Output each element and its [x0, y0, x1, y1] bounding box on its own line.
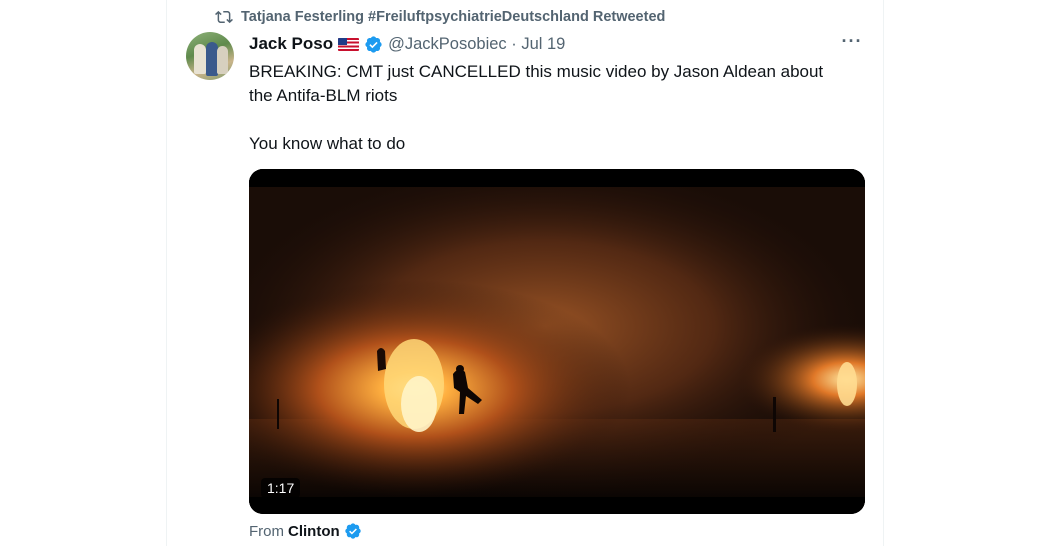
- more-options-icon[interactable]: ···: [841, 32, 863, 52]
- verified-badge-icon[interactable]: [364, 35, 383, 54]
- video-duration: 1:17: [261, 478, 301, 498]
- retweet-indicator[interactable]: Tatjana Festerling #FreiluftpsychiatrieD…: [215, 7, 665, 27]
- us-flag-icon: [338, 37, 360, 51]
- from-source: From Clinton: [249, 520, 362, 542]
- timeline-column: Tatjana Festerling #FreiluftpsychiatrieD…: [166, 0, 884, 546]
- retweet-text: Tatjana Festerling #FreiluftpsychiatrieD…: [241, 9, 666, 25]
- from-source-name[interactable]: Clinton: [288, 523, 340, 540]
- video-player[interactable]: 1:17: [249, 169, 865, 514]
- tweet-header: Jack Poso @JackPosobiec · Jul 19: [249, 33, 565, 55]
- tweet-text: BREAKING: CMT just CANCELLED this music …: [249, 62, 824, 153]
- author-handle-date[interactable]: @JackPosobiec · Jul 19: [388, 35, 565, 54]
- author-name[interactable]: Jack Poso: [249, 34, 333, 54]
- from-prefix: From: [249, 522, 284, 540]
- video-thumbnail: [249, 169, 865, 514]
- avatar[interactable]: [186, 32, 234, 80]
- retweet-icon: [215, 10, 233, 24]
- verified-badge-icon: [344, 523, 361, 539]
